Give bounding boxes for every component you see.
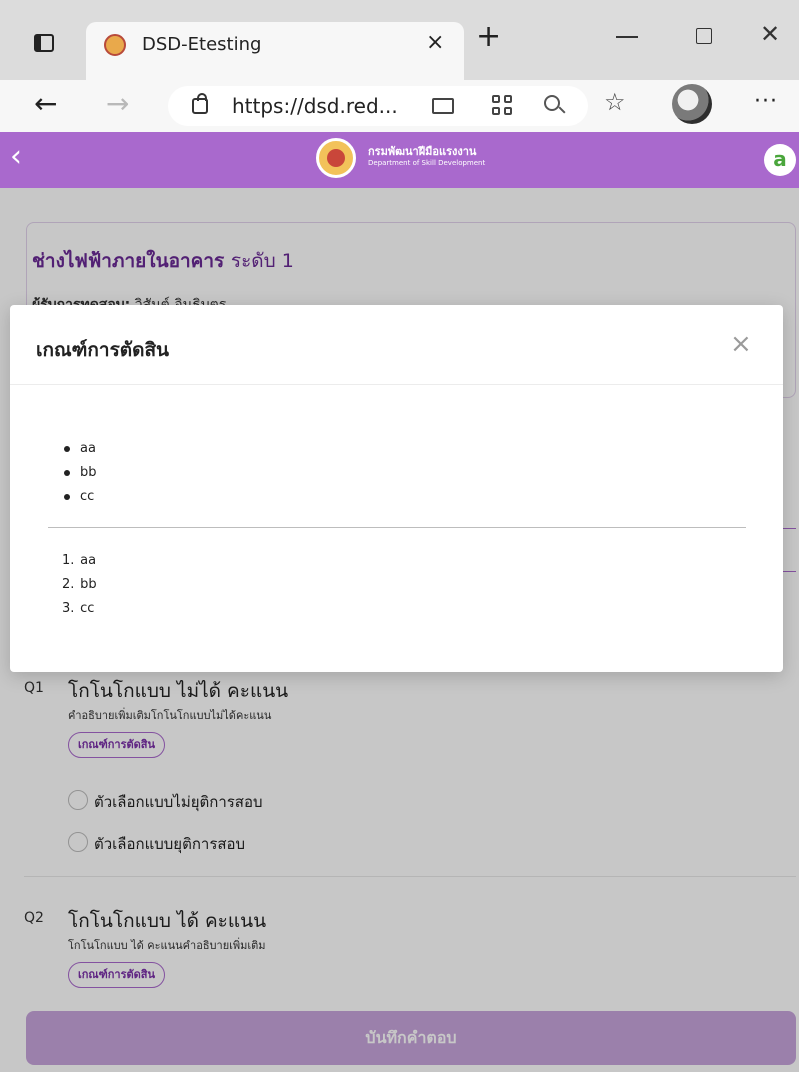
bullet-list: aa bb cc	[62, 437, 97, 509]
tab-actions-button[interactable]	[28, 28, 62, 56]
list-item: 2. bb	[62, 573, 97, 597]
window-maximize-icon[interactable]	[696, 28, 712, 44]
criteria-modal: เกณฑ์การตัดสิน × aa bb cc 1. aa 2. bb 3.…	[10, 305, 783, 672]
url-text[interactable]: https://dsd.red...	[232, 94, 398, 118]
list-item: aa	[62, 437, 97, 461]
tab-actions-icon	[34, 34, 54, 52]
forward-arrow-icon[interactable]: →	[106, 90, 129, 118]
zoom-out-icon[interactable]	[544, 95, 566, 117]
window-close-icon[interactable]: ✕	[760, 22, 780, 46]
list-item-number: 1.	[62, 553, 75, 568]
back-arrow-icon[interactable]: ←	[34, 90, 57, 118]
favorites-icon[interactable]: ☆	[604, 90, 626, 114]
site-favicon-icon	[104, 34, 126, 56]
list-item: 1. aa	[62, 549, 97, 573]
tab-title: DSD-Etesting	[142, 34, 262, 55]
app-available-icon[interactable]	[492, 95, 514, 117]
brand-name-en: Department of Skill Development	[368, 159, 486, 167]
numbered-list: 1. aa 2. bb 3. cc	[62, 549, 97, 621]
browser-tab-bar: DSD-Etesting × + ✕	[0, 0, 799, 80]
window-minimize-icon[interactable]	[616, 36, 638, 38]
user-avatar[interactable]: a	[764, 144, 796, 176]
modal-divider	[48, 527, 746, 528]
browser-profile-avatar[interactable]	[672, 84, 712, 124]
list-item-text: bb	[80, 577, 97, 592]
list-item-number: 3.	[62, 601, 75, 616]
brand-name-th: กรมพัฒนาฝีมือแรงงาน	[368, 145, 477, 158]
app-back-icon[interactable]: ‹	[10, 142, 22, 172]
more-options-icon[interactable]: ···	[754, 90, 778, 114]
list-item-text: aa	[80, 553, 97, 568]
address-bar[interactable]: https://dsd.red...	[168, 86, 588, 126]
close-icon[interactable]: ×	[730, 331, 752, 357]
app-header: ‹ กรมพัฒนาฝีมือแรงงาน Department of Skil…	[0, 132, 799, 188]
list-item-text: cc	[80, 601, 95, 616]
list-item: cc	[62, 485, 97, 509]
modal-header: เกณฑ์การตัดสิน ×	[10, 305, 783, 385]
cast-icon[interactable]	[432, 98, 454, 114]
list-item: 3. cc	[62, 597, 97, 621]
list-item-number: 2.	[62, 577, 75, 592]
dsd-logo	[316, 138, 356, 178]
tab-close-icon[interactable]: ×	[426, 30, 444, 55]
modal-title: เกณฑ์การตัดสิน	[36, 339, 170, 361]
list-item: bb	[62, 461, 97, 485]
browser-tab[interactable]: DSD-Etesting ×	[86, 22, 464, 80]
lock-icon[interactable]	[192, 93, 208, 114]
new-tab-button[interactable]: +	[476, 22, 501, 52]
